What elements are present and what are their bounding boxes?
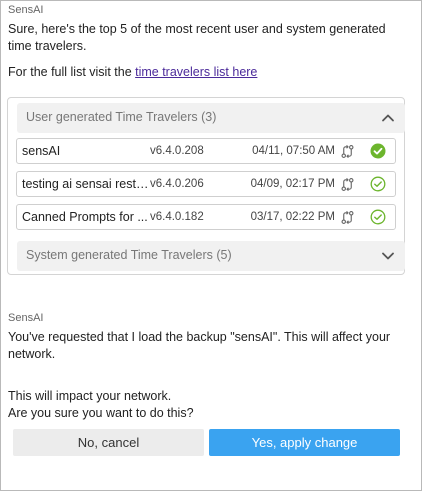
message-text-line: network. xyxy=(8,347,56,361)
row-date: 03/17, 02:22 PM xyxy=(250,211,335,223)
check-circle-outline-icon xyxy=(370,176,386,192)
row-version: v6.4.0.182 xyxy=(150,211,204,223)
row-version: v6.4.0.208 xyxy=(150,145,204,157)
restore-icon[interactable] xyxy=(340,144,355,159)
check-circle-filled-icon xyxy=(370,143,386,159)
full-list-text: For the full list visit the time travele… xyxy=(8,64,257,81)
user-group-title: User generated Time Travelers (3) xyxy=(26,110,217,124)
row-date: 04/09, 02:17 PM xyxy=(250,178,335,190)
time-traveler-row[interactable]: sensAI v6.4.0.208 04/11, 07:50 AM xyxy=(16,138,396,164)
restore-icon[interactable] xyxy=(340,177,355,192)
system-group-title: System generated Time Travelers (5) xyxy=(26,248,232,262)
system-group-header[interactable]: System generated Time Travelers (5) xyxy=(17,241,405,271)
message-text-line: This will impact your network. xyxy=(8,389,172,403)
full-list-prefix: For the full list visit the xyxy=(8,65,136,79)
message-sender: SensAI xyxy=(8,4,44,16)
row-name: Canned Prompts for ... xyxy=(22,210,148,224)
row-name: sensAI xyxy=(22,144,61,158)
message-text-line: Are you sure you want to do this? xyxy=(8,406,194,420)
restore-icon[interactable] xyxy=(340,210,355,225)
row-date: 04/11, 07:50 AM xyxy=(252,145,335,157)
message-text-line: Sure, here's the top 5 of the most recen… xyxy=(8,22,386,36)
chevron-down-icon[interactable] xyxy=(381,249,395,263)
message-text-line: You've requested that I load the backup … xyxy=(8,330,391,344)
chevron-up-icon[interactable] xyxy=(381,111,395,125)
time-traveler-row[interactable]: testing ai sensai resto... v6.4.0.206 04… xyxy=(16,171,396,197)
apply-change-button[interactable]: Yes, apply change xyxy=(209,429,400,456)
time-travelers-box: User generated Time Travelers (3) sensAI… xyxy=(7,97,405,275)
row-name: testing ai sensai resto... xyxy=(22,177,152,191)
check-circle-outline-icon xyxy=(370,209,386,225)
message-sender: SensAI xyxy=(8,312,44,324)
cancel-button[interactable]: No, cancel xyxy=(13,429,204,456)
time-traveler-row[interactable]: Canned Prompts for ... v6.4.0.182 03/17,… xyxy=(16,204,396,230)
time-travelers-list-link[interactable]: time travelers list here xyxy=(135,65,257,79)
message-text-line: time travelers. xyxy=(8,39,87,53)
row-version: v6.4.0.206 xyxy=(150,178,204,190)
user-group-header[interactable]: User generated Time Travelers (3) xyxy=(17,103,405,133)
